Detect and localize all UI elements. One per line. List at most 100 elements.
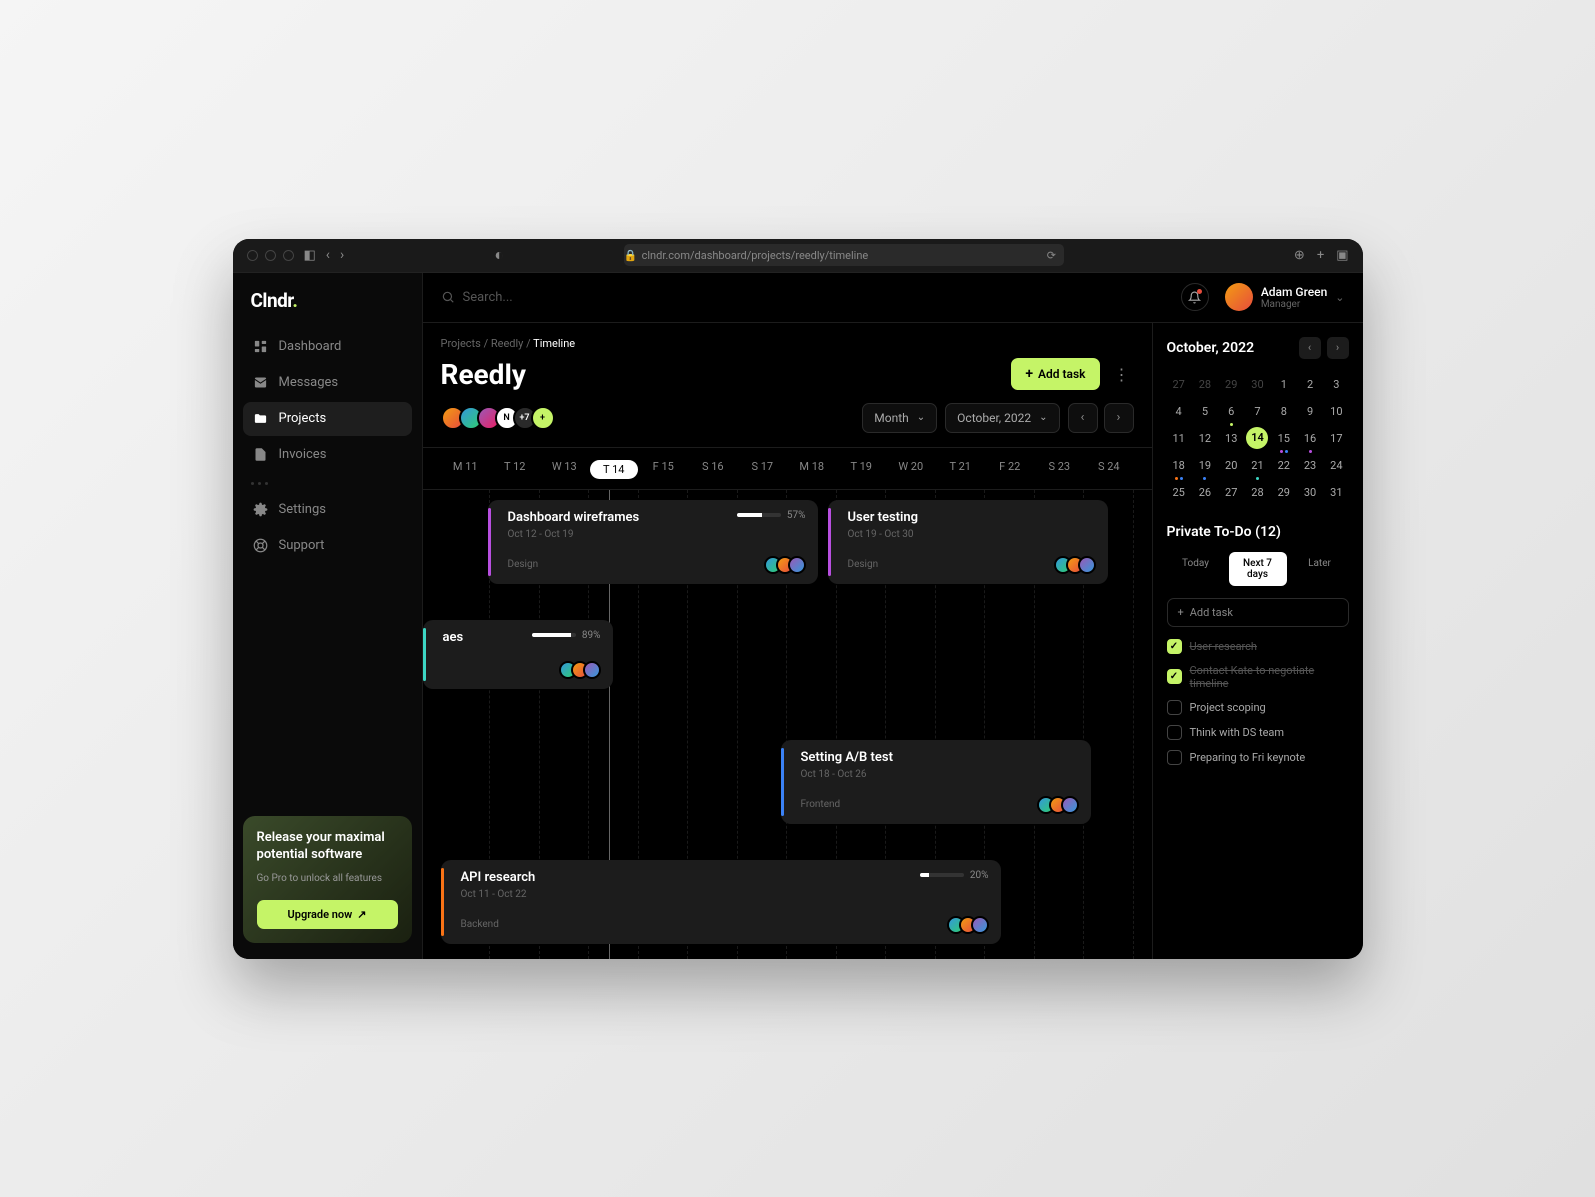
prev-button[interactable]: ‹: [1068, 403, 1098, 433]
todo-item[interactable]: Project scoping: [1167, 700, 1349, 715]
tabs-icon[interactable]: ▣: [1336, 248, 1348, 263]
task-card[interactable]: Setting A/B testOct 18 - Oct 26Frontend: [781, 740, 1091, 824]
calendar-day[interactable]: 21: [1245, 454, 1269, 477]
calendar-day[interactable]: 8: [1272, 400, 1296, 423]
day-header[interactable]: S 23: [1035, 460, 1085, 479]
calendar-day[interactable]: 6: [1219, 400, 1243, 423]
calendar-day[interactable]: 28: [1245, 481, 1269, 504]
calendar-day[interactable]: 20: [1219, 454, 1243, 477]
todo-item[interactable]: User research: [1167, 639, 1349, 654]
checkbox[interactable]: [1167, 725, 1182, 740]
day-header[interactable]: F 22: [985, 460, 1035, 479]
url-bar[interactable]: 🔒clndr.com/dashboard/projects/reedly/tim…: [624, 244, 1064, 266]
checkbox[interactable]: [1167, 750, 1182, 765]
todo-item[interactable]: Think with DS team: [1167, 725, 1349, 740]
next-button[interactable]: ›: [1104, 403, 1134, 433]
more-icon[interactable]: ⋮: [1110, 361, 1134, 388]
calendar-day[interactable]: 31: [1324, 481, 1348, 504]
calendar-day[interactable]: 9: [1298, 400, 1322, 423]
calendar-day[interactable]: 14: [1246, 427, 1268, 449]
calendar-day[interactable]: 30: [1245, 373, 1269, 396]
todo-item[interactable]: Contact Kate to negotiate timeline: [1167, 664, 1349, 690]
calendar-day[interactable]: 15: [1272, 427, 1296, 450]
day-header[interactable]: T 21: [936, 460, 986, 479]
task-card[interactable]: Dashboard wireframesOct 12 - Oct 1957%De…: [488, 500, 818, 584]
calendar-day[interactable]: 12: [1193, 427, 1217, 450]
day-header[interactable]: W 20: [886, 460, 936, 479]
add-todo-button[interactable]: +Add task: [1167, 598, 1349, 627]
day-header[interactable]: F 15: [639, 460, 689, 479]
cal-prev-button[interactable]: ‹: [1299, 337, 1321, 359]
calendar-day[interactable]: 3: [1324, 373, 1348, 396]
user-role: Manager: [1261, 299, 1327, 310]
calendar-day[interactable]: 25: [1167, 481, 1191, 504]
calendar-day[interactable]: 29: [1272, 481, 1296, 504]
user-menu[interactable]: Adam Green Manager ⌄: [1225, 283, 1345, 311]
sidebar-item-support[interactable]: Support: [243, 529, 412, 563]
day-header[interactable]: S 16: [688, 460, 738, 479]
member-avatars[interactable]: N +7 +: [441, 406, 555, 430]
add-member-button[interactable]: +: [531, 406, 555, 430]
task-card[interactable]: API researchOct 11 - Oct 2220%Backend: [441, 860, 1001, 944]
sidebar-toggle-icon[interactable]: ◧: [304, 248, 316, 263]
calendar-day[interactable]: 29: [1219, 373, 1243, 396]
day-header[interactable]: M 18: [787, 460, 837, 479]
day-header[interactable]: W 13: [540, 460, 590, 479]
calendar-day[interactable]: 24: [1324, 454, 1348, 477]
calendar-day[interactable]: 19: [1193, 454, 1217, 477]
sidebar-item-settings[interactable]: Settings: [243, 493, 412, 527]
calendar-day[interactable]: 4: [1167, 400, 1191, 423]
download-icon[interactable]: ⊕: [1294, 248, 1305, 263]
calendar-day[interactable]: 18: [1167, 454, 1191, 477]
calendar-day[interactable]: 30: [1298, 481, 1322, 504]
day-header[interactable]: S 24: [1084, 460, 1134, 479]
todo-tab-later[interactable]: Later: [1291, 552, 1349, 586]
search-input[interactable]: Search...: [441, 290, 1165, 305]
upgrade-button[interactable]: Upgrade now ↗: [257, 900, 398, 929]
checkbox[interactable]: [1167, 639, 1182, 654]
calendar-day[interactable]: 16: [1298, 427, 1322, 450]
add-tab-icon[interactable]: +: [1317, 248, 1324, 263]
todo-tab-today[interactable]: Today: [1167, 552, 1225, 586]
todo-tabs: TodayNext 7 daysLater: [1167, 552, 1349, 586]
period-dropdown[interactable]: October, 2022⌄: [945, 403, 1059, 433]
shield-icon[interactable]: ◐: [494, 245, 504, 265]
forward-icon[interactable]: ›: [340, 247, 344, 263]
calendar-day[interactable]: 5: [1193, 400, 1217, 423]
back-icon[interactable]: ‹: [326, 247, 330, 263]
calendar-day[interactable]: 11: [1167, 427, 1191, 450]
sidebar-item-invoices[interactable]: Invoices: [243, 438, 412, 472]
checkbox[interactable]: [1167, 700, 1182, 715]
day-header[interactable]: T 12: [490, 460, 540, 479]
checkbox[interactable]: [1167, 669, 1182, 684]
sidebar-item-projects[interactable]: Projects: [243, 402, 412, 436]
window-controls[interactable]: [247, 250, 294, 261]
calendar-day[interactable]: 27: [1219, 481, 1243, 504]
calendar-day[interactable]: 1: [1272, 373, 1296, 396]
mini-calendar: 2728293012345678910111213141516171819202…: [1167, 373, 1349, 504]
add-task-button[interactable]: +Add task: [1011, 358, 1099, 390]
todo-tab-next-7-days[interactable]: Next 7 days: [1229, 552, 1287, 586]
calendar-day[interactable]: 10: [1324, 400, 1348, 423]
calendar-day[interactable]: 13: [1219, 427, 1243, 450]
day-header[interactable]: M 11: [441, 460, 491, 479]
calendar-day[interactable]: 27: [1167, 373, 1191, 396]
day-header[interactable]: S 17: [738, 460, 788, 479]
calendar-day[interactable]: 23: [1298, 454, 1322, 477]
day-header[interactable]: T 14: [590, 460, 638, 479]
cal-next-button[interactable]: ›: [1327, 337, 1349, 359]
task-card[interactable]: User testingOct 19 - Oct 30Design: [828, 500, 1108, 584]
calendar-day[interactable]: 26: [1193, 481, 1217, 504]
calendar-day[interactable]: 2: [1298, 373, 1322, 396]
notifications-button[interactable]: [1181, 283, 1209, 311]
day-header[interactable]: T 19: [837, 460, 887, 479]
view-dropdown[interactable]: Month⌄: [862, 403, 937, 433]
sidebar-item-dashboard[interactable]: Dashboard: [243, 330, 412, 364]
task-card[interactable]: aes89%: [423, 620, 613, 689]
calendar-day[interactable]: 17: [1324, 427, 1348, 450]
todo-item[interactable]: Preparing to Fri keynote: [1167, 750, 1349, 765]
calendar-day[interactable]: 22: [1272, 454, 1296, 477]
sidebar-item-messages[interactable]: Messages: [243, 366, 412, 400]
calendar-day[interactable]: 28: [1193, 373, 1217, 396]
calendar-day[interactable]: 7: [1245, 400, 1269, 423]
